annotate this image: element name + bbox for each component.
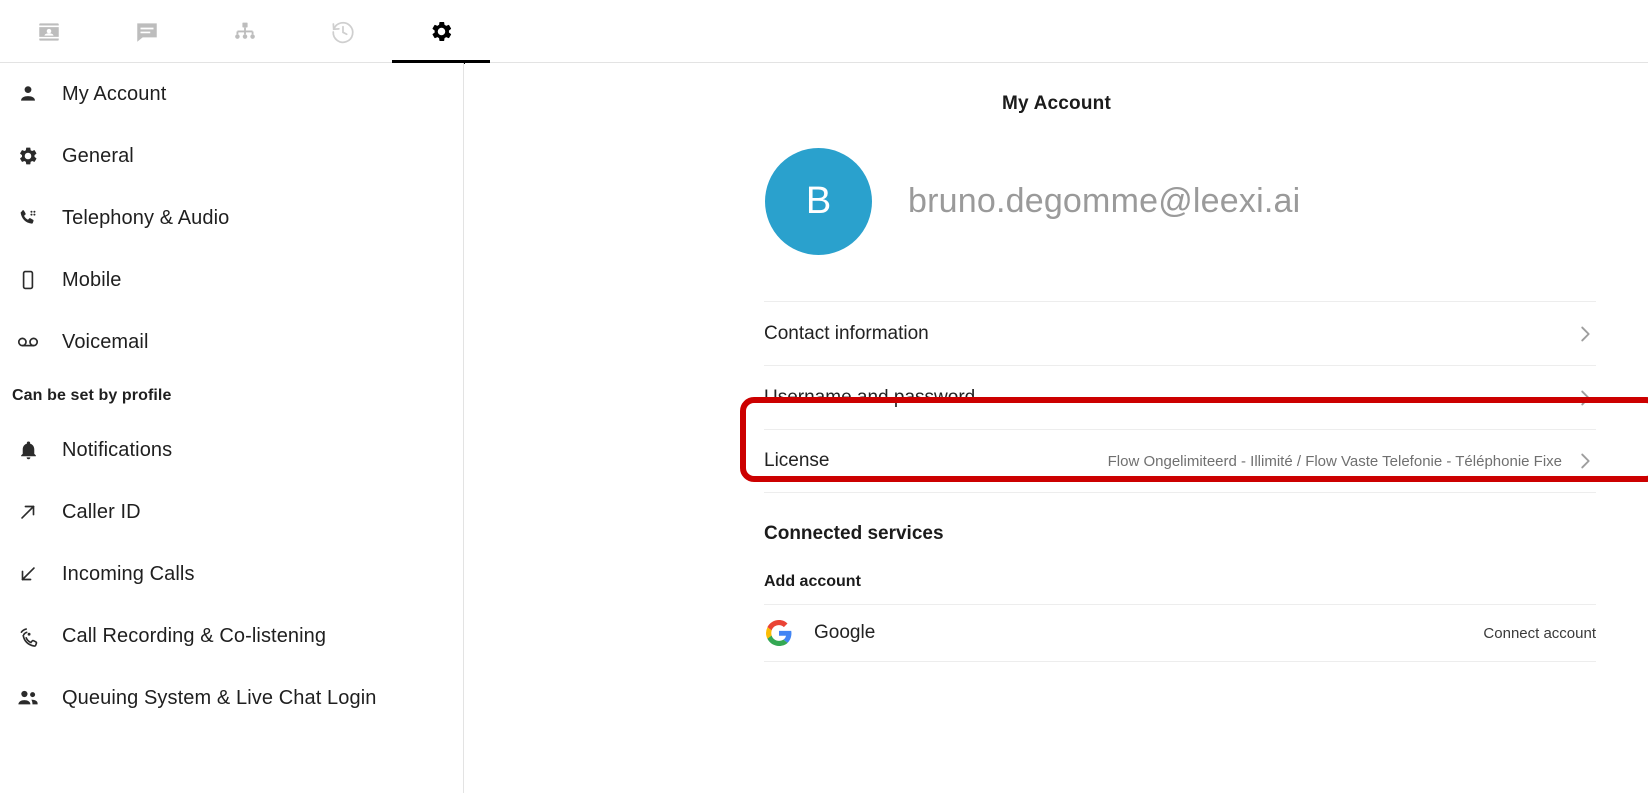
row-label: Contact information: [764, 323, 929, 345]
sidebar-item-label: Telephony & Audio: [62, 207, 229, 230]
service-name: Google: [814, 622, 875, 644]
settings-sidebar: My Account General Telephony & Audio: [0, 63, 464, 793]
chevron-right-icon: [1574, 387, 1596, 409]
sidebar-item-call-recording[interactable]: Call Recording & Co-listening: [0, 605, 463, 667]
row-license[interactable]: License Flow Ongelimiteerd - Illimité / …: [764, 429, 1596, 493]
add-account-heading: Add account: [465, 573, 1648, 591]
sidebar-item-label: Notifications: [62, 439, 172, 462]
connected-services-list: Google Connect account: [465, 604, 1648, 662]
sidebar-section-heading: Can be set by profile: [0, 373, 463, 419]
chat-bubble-icon: [134, 19, 160, 45]
account-email: bruno.degomme@leexi.ai: [908, 182, 1300, 221]
arrow-down-left-icon: [12, 563, 44, 585]
tab-messages[interactable]: [98, 0, 196, 63]
sidebar-item-mobile[interactable]: Mobile: [0, 249, 463, 311]
account-settings-rows: Contact information Username and passwor…: [465, 301, 1648, 493]
sidebar-item-my-account[interactable]: My Account: [0, 63, 463, 125]
bell-icon: [12, 440, 44, 461]
sidebar-item-general[interactable]: General: [0, 125, 463, 187]
org-chart-icon: [232, 19, 258, 45]
contact-card-icon: [36, 19, 62, 45]
voicemail-icon: [12, 330, 44, 354]
service-row-google[interactable]: Google Connect account: [764, 604, 1596, 662]
connect-account-link[interactable]: Connect account: [1483, 625, 1596, 642]
call-recording-icon: [12, 625, 44, 648]
sidebar-item-label: My Account: [62, 83, 166, 106]
sidebar-item-label: Call Recording & Co-listening: [62, 625, 326, 648]
sidebar-item-label: Incoming Calls: [62, 563, 195, 586]
tab-history[interactable]: [294, 0, 392, 63]
person-icon: [12, 83, 44, 105]
history-clock-icon: [330, 19, 356, 45]
google-logo-icon: [764, 618, 794, 648]
sidebar-item-label: Voicemail: [62, 331, 149, 354]
page-title: My Account: [465, 93, 1648, 115]
gear-icon: [12, 145, 44, 167]
row-contact-information[interactable]: Contact information: [764, 301, 1596, 365]
sidebar-item-label: Mobile: [62, 269, 122, 292]
top-tab-bar: [0, 0, 1648, 63]
sidebar-item-telephony-audio[interactable]: Telephony & Audio: [0, 187, 463, 249]
tab-organization[interactable]: [196, 0, 294, 63]
app-root: My Account General Telephony & Audio: [0, 0, 1648, 793]
sidebar-item-label: Caller ID: [62, 501, 141, 524]
mobile-phone-icon: [12, 269, 44, 291]
chevron-right-icon: [1574, 323, 1596, 345]
connected-services-heading: Connected services: [465, 523, 1648, 545]
main-content: My Account B bruno.degomme@leexi.ai Cont…: [465, 63, 1648, 793]
sidebar-item-label: Queuing System & Live Chat Login: [62, 687, 377, 710]
phone-icon: [12, 207, 44, 229]
avatar: B: [765, 148, 872, 255]
sidebar-item-caller-id[interactable]: Caller ID: [0, 481, 463, 543]
sidebar-item-queuing-system[interactable]: Queuing System & Live Chat Login: [0, 667, 463, 729]
row-label: Username and password: [764, 387, 975, 409]
row-value: Flow Ongelimiteerd - Illimité / Flow Vas…: [1108, 453, 1562, 470]
people-group-icon: [12, 686, 44, 710]
tab-contacts[interactable]: [0, 0, 98, 63]
arrow-up-right-icon: [12, 501, 44, 523]
tab-settings[interactable]: [392, 0, 490, 63]
chevron-right-icon: [1574, 450, 1596, 472]
row-username-and-password[interactable]: Username and password: [764, 365, 1596, 429]
sidebar-item-voicemail[interactable]: Voicemail: [0, 311, 463, 373]
account-summary: B bruno.degomme@leexi.ai: [465, 148, 1648, 255]
sidebar-item-incoming-calls[interactable]: Incoming Calls: [0, 543, 463, 605]
gear-icon: [429, 19, 454, 44]
sidebar-item-label: General: [62, 145, 134, 168]
sidebar-item-notifications[interactable]: Notifications: [0, 419, 463, 481]
row-label: License: [764, 450, 830, 472]
